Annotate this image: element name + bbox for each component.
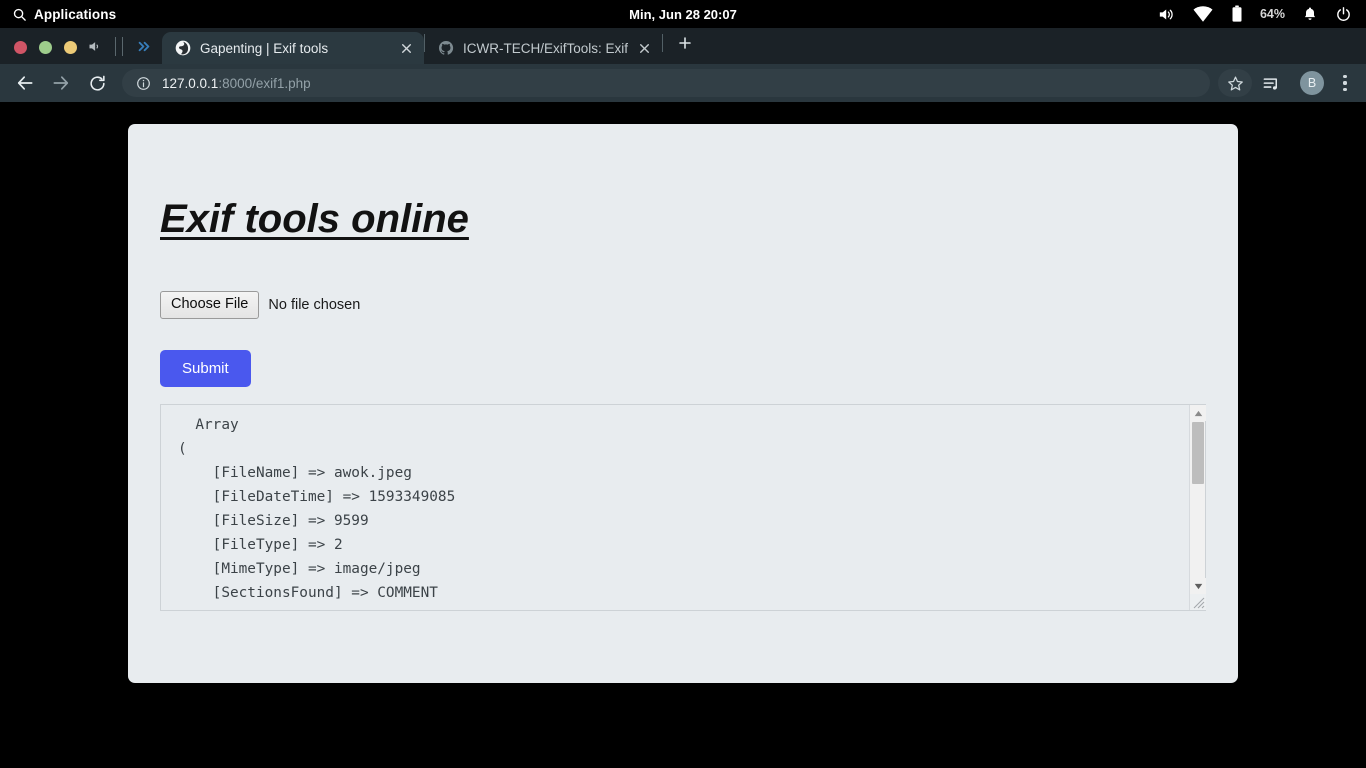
new-tab-button[interactable] bbox=[663, 35, 707, 58]
choose-file-button[interactable]: Choose File bbox=[160, 291, 260, 319]
chevrons-right-icon[interactable] bbox=[126, 39, 162, 54]
reload-button[interactable] bbox=[80, 68, 114, 98]
info-circle-icon[interactable] bbox=[136, 76, 151, 91]
search-icon bbox=[12, 7, 27, 22]
window-maximize-button[interactable] bbox=[64, 41, 77, 54]
speaker-icon[interactable] bbox=[1156, 6, 1175, 23]
os-datetime: Min, Jun 28 20:07 bbox=[629, 6, 737, 22]
page-viewport: Exif tools online Choose File No file ch… bbox=[0, 103, 1366, 767]
close-icon[interactable] bbox=[638, 42, 652, 55]
bell-icon[interactable] bbox=[1302, 5, 1318, 23]
applications-label: Applications bbox=[34, 6, 117, 22]
window-controls[interactable] bbox=[0, 41, 77, 64]
file-status-label: No file chosen bbox=[268, 296, 361, 313]
tab-gapenting-exif-tools[interactable]: Gapenting | Exif tools bbox=[162, 32, 424, 64]
divider bbox=[122, 37, 123, 56]
address-bar[interactable]: 127.0.0.1:8000/exif1.php bbox=[122, 69, 1210, 97]
battery-percentage: 64% bbox=[1259, 7, 1285, 21]
globe-icon bbox=[175, 40, 191, 56]
os-top-bar: Applications Min, Jun 28 20:07 64% bbox=[0, 0, 1366, 28]
tabstrip-left-icons bbox=[77, 37, 162, 64]
textarea-scrollbar[interactable] bbox=[1189, 405, 1206, 610]
exif-output-text[interactable]: Array ( [FileName] => awok.jpeg [FileDat… bbox=[161, 405, 1189, 610]
kebab-menu-icon[interactable] bbox=[1334, 75, 1356, 91]
close-icon[interactable] bbox=[400, 42, 414, 55]
divider bbox=[115, 37, 116, 56]
url-text: 127.0.0.1:8000/exif1.php bbox=[162, 76, 311, 91]
media-playlist-icon[interactable] bbox=[1254, 68, 1288, 98]
applications-menu[interactable]: Applications bbox=[0, 7, 116, 22]
back-button[interactable] bbox=[8, 68, 42, 98]
browser-window: Gapenting | Exif tools ICWR-TECH/ExifToo… bbox=[0, 28, 1366, 768]
content-card: Exif tools online Choose File No file ch… bbox=[128, 124, 1238, 683]
url-path: :8000/exif1.php bbox=[218, 75, 311, 91]
battery-icon[interactable] bbox=[1231, 5, 1243, 23]
file-input-row[interactable]: Choose File No file chosen bbox=[160, 291, 360, 319]
tab-icwr-tech-exiftools[interactable]: ICWR-TECH/ExifTools: Exif tools bbox=[425, 32, 662, 64]
submit-button[interactable]: Submit bbox=[160, 350, 251, 387]
scroll-down-arrow[interactable] bbox=[1190, 578, 1206, 594]
scrollbar-thumb[interactable] bbox=[1192, 422, 1204, 484]
textarea-resize-grip[interactable] bbox=[1190, 594, 1206, 610]
window-close-button[interactable] bbox=[14, 41, 27, 54]
exif-output-textarea[interactable]: Array ( [FileName] => awok.jpeg [FileDat… bbox=[160, 404, 1206, 611]
speaker-mute-icon[interactable] bbox=[77, 39, 112, 54]
page-title: Exif tools online bbox=[160, 197, 469, 241]
os-status-tray: 64% bbox=[1156, 5, 1366, 23]
tab-strip: Gapenting | Exif tools ICWR-TECH/ExifToo… bbox=[0, 28, 1366, 64]
star-icon[interactable] bbox=[1218, 69, 1252, 97]
tab-title: Gapenting | Exif tools bbox=[200, 40, 329, 56]
wifi-icon[interactable] bbox=[1192, 5, 1214, 23]
toolbar-right-actions: B bbox=[1218, 68, 1356, 98]
window-minimize-button[interactable] bbox=[39, 41, 52, 54]
github-icon bbox=[438, 40, 454, 56]
url-host: 127.0.0.1 bbox=[162, 75, 219, 91]
avatar[interactable]: B bbox=[1300, 71, 1324, 95]
tab-title: ICWR-TECH/ExifTools: Exif tools bbox=[463, 40, 629, 56]
power-icon[interactable] bbox=[1335, 6, 1352, 23]
browser-toolbar: 127.0.0.1:8000/exif1.php B bbox=[0, 64, 1366, 102]
scroll-up-arrow[interactable] bbox=[1190, 405, 1206, 421]
forward-button[interactable] bbox=[44, 68, 78, 98]
